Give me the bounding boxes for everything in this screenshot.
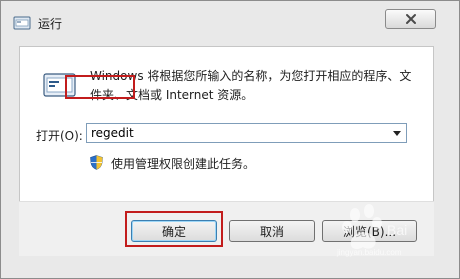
ok-button[interactable]: 确定	[131, 220, 217, 242]
close-icon	[405, 14, 416, 24]
admin-note: 使用管理权限创建此任务。	[111, 157, 256, 171]
run-dialog-window: 运行 Windows 将根据您所输入的名称，为您打开相应的程序、文件夹、文档或 …	[0, 0, 460, 279]
dialog-footer: 确定 取消 浏览(B)...	[19, 201, 434, 256]
dropdown-arrow-icon[interactable]	[390, 126, 404, 140]
open-input[interactable]: regedit	[91, 125, 134, 141]
cancel-button[interactable]: 取消	[229, 220, 315, 242]
window-title: 运行	[38, 16, 63, 31]
open-label: 打开(O):	[36, 129, 83, 143]
dialog-description: Windows 将根据您所输入的名称，为您打开相应的程序、文件夹、文档或 Int…	[90, 69, 412, 102]
open-combobox[interactable]: regedit	[86, 123, 407, 143]
run-program-icon	[43, 73, 76, 97]
uac-shield-icon	[90, 155, 103, 170]
close-button[interactable]	[385, 9, 436, 29]
browse-button[interactable]: 浏览(B)...	[322, 220, 417, 242]
run-app-icon	[13, 16, 31, 30]
